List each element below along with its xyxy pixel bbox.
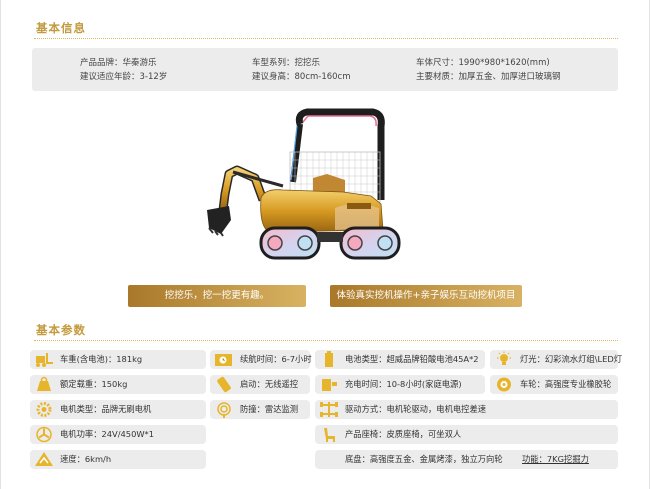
param-load: 额定载重：150kg	[30, 375, 206, 394]
seat-icon	[324, 428, 335, 442]
bulb-icon	[497, 351, 511, 365]
drive-text: 驱动方式：电机轮驱动，电机电控差速	[345, 404, 487, 414]
axle-icon	[320, 402, 338, 417]
load-text: 额定载重：150kg	[60, 379, 128, 389]
param-weight: 车重(含电池)：181kg	[30, 350, 206, 369]
weight-icon	[37, 376, 51, 391]
endurance-text: 续航时间：6-7小时	[240, 354, 312, 364]
slogan-banner: 挖挖乐，挖一挖更有趣。	[128, 285, 306, 307]
start-text: 启动：无线遥控	[240, 379, 299, 389]
basic-info-heading: 基本信息	[36, 21, 86, 35]
param-anticollision: 防撞：雷达监测	[210, 400, 310, 419]
param-chassis: 底盘：高强度五金、金属烤漆，独立万向轮 功能：7KG挖掘力	[315, 450, 618, 469]
param-light: 灯光：幻彩流水灯组\LED灯	[490, 350, 622, 369]
clock-icon	[215, 354, 232, 366]
material-text: 主要材质：加厚五金、加厚进口玻璃钢	[416, 72, 561, 82]
param-power: 电机功率：24V/450W*1	[30, 425, 206, 444]
battery-icon	[325, 351, 333, 367]
remote-icon	[217, 376, 231, 393]
param-wheel: 车轮：高强度专业橡胶轮	[490, 375, 618, 394]
charge-text: 充电时间：10-8小时(家庭电源)	[345, 379, 462, 389]
param-battery: 电池类型：超威品牌铅酸电池45A*2	[315, 350, 485, 369]
age-text: 建议适应年龄：3-12岁	[80, 72, 168, 82]
param-start: 启动：无线遥控	[210, 375, 310, 394]
function-text: 功能：7KG挖掘力	[522, 454, 589, 464]
light-text: 灯光：幻彩流水灯组\LED灯	[520, 354, 623, 364]
battery-text: 电池类型：超威品牌铅酸电池45A*2	[345, 354, 479, 364]
anticollision-text: 防撞：雷达监测	[240, 404, 299, 414]
param-speed: 速度：6km/h	[30, 450, 206, 469]
power-text: 电机功率：24V/450W*1	[60, 429, 154, 439]
motor-text: 电机类型：品牌无刷电机	[60, 404, 152, 414]
seat-text: 产品座椅：皮质座椅，可坐双人	[345, 429, 462, 439]
speed-text: 速度：6km/h	[60, 454, 112, 464]
height-text: 建议身高：80cm-160cm	[252, 72, 351, 82]
chassis-text: 底盘：高强度五金、金属烤漆，独立万向轮	[345, 454, 503, 464]
speed-icon	[35, 452, 53, 466]
param-drive: 驱动方式：电机轮驱动，电机电控差速	[315, 400, 618, 419]
gear-motor-icon	[36, 402, 52, 417]
charger-icon	[322, 379, 337, 391]
fan-icon	[36, 426, 52, 443]
radar-icon	[217, 402, 231, 418]
param-seat: 产品座椅：皮质座椅，可坐双人	[315, 425, 618, 444]
forklift-icon	[36, 353, 53, 367]
basic-info-panel: 产品品牌：华秦游乐 建议适应年龄：3-12岁 车型系列：挖挖乐 建议身高：80c…	[32, 48, 618, 91]
params-divider	[34, 340, 618, 341]
brand-text: 产品品牌：华秦游乐	[80, 58, 157, 68]
basic-info-divider	[34, 38, 618, 39]
param-motor: 电机类型：品牌无刷电机	[30, 400, 206, 419]
series-text: 车型系列：挖挖乐	[252, 58, 321, 68]
excavator-product-image	[207, 108, 401, 260]
size-text: 车体尺寸：1990*980*1620(mm)	[416, 58, 550, 68]
weight-text: 车重(含电池)：181kg	[60, 354, 143, 364]
wheel-text: 车轮：高强度专业橡胶轮	[520, 379, 612, 389]
param-charge: 充电时间：10-8小时(家庭电源)	[315, 375, 485, 394]
wheel-icon	[497, 377, 511, 392]
params-heading: 基本参数	[36, 323, 86, 337]
param-endurance: 续航时间：6-7小时	[210, 350, 312, 369]
feature-banner: 体验真实挖机操作+亲子娱乐互动挖机项目	[330, 285, 522, 307]
